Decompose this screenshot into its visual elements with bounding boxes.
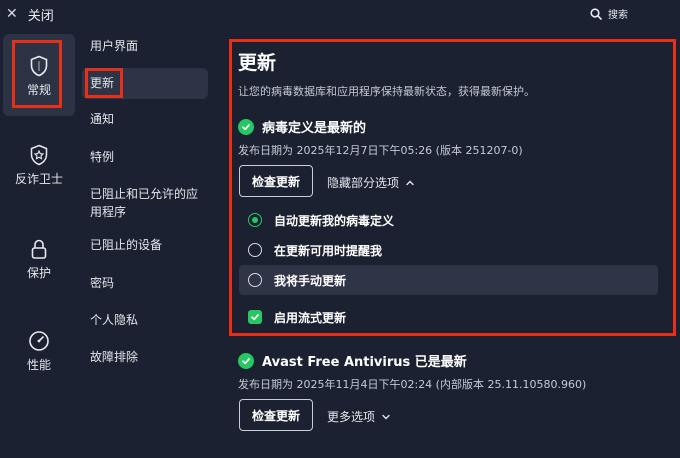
shield-icon — [30, 55, 48, 77]
page-title: 更新 — [238, 52, 277, 74]
close-label: 关闭 — [27, 8, 54, 24]
submenu-item-blocked-allowed-apps[interactable]: 已阻止和已允许的应用程序 — [82, 185, 208, 221]
submenu-item-notifications[interactable]: 通知 — [82, 111, 208, 128]
app-status: Avast Free Antivirus 已是最新 — [238, 351, 467, 370]
chevron-down-icon — [382, 414, 390, 419]
search-icon — [590, 7, 602, 20]
radio-selected[interactable] — [248, 213, 262, 227]
shield-star-icon — [30, 144, 48, 166]
category-anti-fraud[interactable]: 反诈卫士 — [3, 144, 75, 187]
submenu-item-user-interface[interactable]: 用户界面 — [82, 38, 208, 55]
option-manual-update[interactable]: 我将手动更新 — [239, 265, 658, 295]
checkbox-checked[interactable] — [248, 310, 262, 324]
speedometer-icon — [29, 331, 49, 351]
close-button[interactable]: ✕ 关闭 — [6, 4, 54, 24]
option-label: 启用流式更新 — [274, 310, 347, 325]
category-general[interactable]: 常规 — [3, 34, 75, 116]
submenu-item-blocked-devices[interactable]: 已阻止的设备 — [82, 237, 208, 254]
close-icon: ✕ — [6, 6, 18, 22]
search-button[interactable]: 搜索 — [590, 6, 628, 21]
submenu-item-privacy[interactable]: 个人隐私 — [82, 312, 208, 329]
virus-definitions-meta: 发布日期为 2025年12月7日下午05:26 (版本 251207-0) — [238, 144, 523, 157]
virus-definitions-status: 病毒定义是最新的 — [238, 117, 366, 136]
check-circle-icon — [238, 118, 254, 135]
option-notify-when-available[interactable]: 在更新可用时提醒我 — [239, 235, 658, 265]
check-app-update-button[interactable]: 检查更新 — [239, 399, 314, 431]
option-label: 在更新可用时提醒我 — [274, 243, 383, 258]
chevron-up-icon — [406, 180, 414, 185]
check-virus-definitions-button[interactable]: 检查更新 — [239, 165, 314, 197]
option-auto-update[interactable]: 自动更新我的病毒定义 — [239, 205, 658, 235]
category-label: 保护 — [26, 266, 51, 280]
submenu-item-exceptions[interactable]: 特例 — [82, 149, 208, 166]
search-label: 搜索 — [608, 10, 628, 21]
radio-unselected[interactable] — [248, 243, 262, 257]
check-circle-icon — [238, 352, 254, 369]
category-label: 性能 — [26, 358, 51, 372]
settings-submenu: 用户界面 更新 通知 特例 已阻止和已允许的应用程序 已阻止的设备 密码 个人隐… — [82, 28, 212, 458]
option-label: 自动更新我的病毒定义 — [274, 213, 395, 228]
radio-unselected[interactable] — [248, 273, 262, 287]
submenu-item-troubleshooting[interactable]: 故障排除 — [82, 349, 208, 366]
option-label: 我将手动更新 — [274, 273, 347, 288]
app-status-text: Avast Free Antivirus 已是最新 — [262, 355, 467, 370]
submenu-item-update[interactable]: 更新 — [82, 68, 208, 99]
hide-options-label: 隐藏部分选项 — [327, 176, 400, 190]
category-label: 反诈卫士 — [14, 172, 63, 186]
lock-icon — [31, 239, 47, 259]
category-label: 常规 — [26, 83, 51, 97]
submenu-item-passwords[interactable]: 密码 — [82, 275, 208, 292]
option-streaming-updates[interactable]: 启用流式更新 — [239, 302, 658, 332]
app-meta: 发布日期为 2025年11月4日下午02:24 (内部版本 25.11.1058… — [238, 378, 587, 391]
category-protection[interactable]: 保护 — [3, 238, 75, 281]
more-options-label: 更多选项 — [327, 410, 376, 424]
virus-definitions-status-text: 病毒定义是最新的 — [262, 121, 367, 136]
category-sidebar: 常规 反诈卫士 保护 性能 — [0, 28, 78, 458]
more-options-link[interactable]: 更多选项 — [327, 408, 391, 425]
top-bar: ✕ 关闭 搜索 — [0, 0, 680, 28]
page-description: 让您的病毒数据库和应用程序保持最新状态，获得最新保护。 — [238, 85, 535, 98]
hide-options-link[interactable]: 隐藏部分选项 — [327, 174, 415, 191]
category-performance[interactable]: 性能 — [3, 330, 75, 373]
